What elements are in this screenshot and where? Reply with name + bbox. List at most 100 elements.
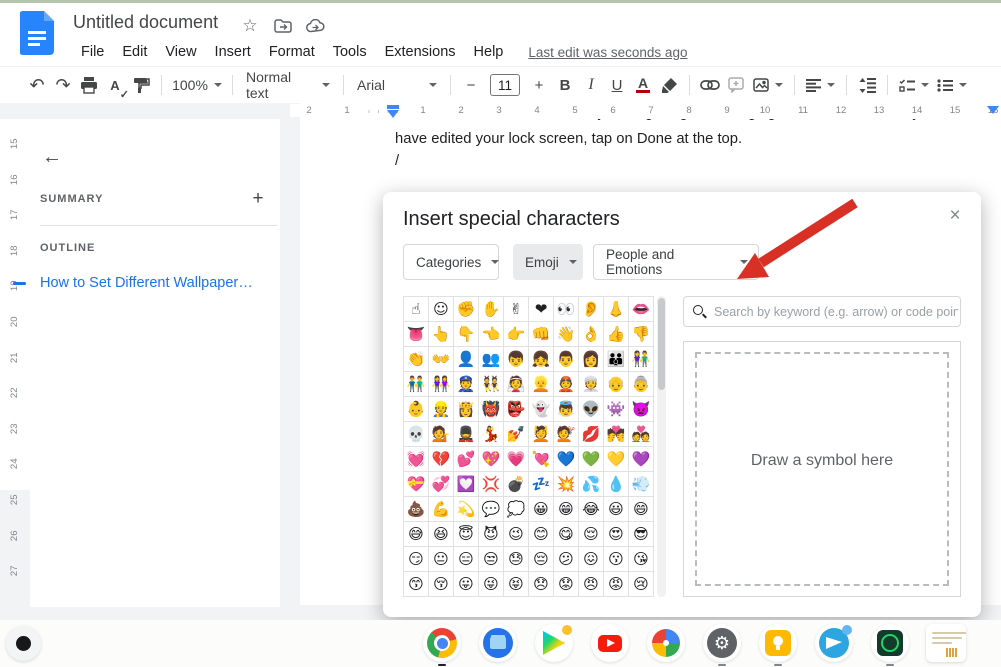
indent-marker-left[interactable] [387, 105, 399, 118]
emoji-cell[interactable]: 👈 [479, 322, 503, 346]
emoji-cell[interactable]: 👄 [629, 297, 653, 321]
emoji-cell[interactable]: 💓 [404, 447, 428, 471]
emoji-cell[interactable]: 💟 [454, 472, 478, 496]
close-sidebar-button[interactable]: ← [38, 143, 66, 171]
outline-item[interactable]: How to Set Different Wallpaper… [40, 275, 278, 291]
insert-link-button[interactable] [697, 72, 723, 98]
emoji-cell[interactable]: 👯 [479, 372, 503, 396]
italic-button[interactable]: I [578, 72, 604, 98]
youtube-button[interactable] [590, 623, 630, 663]
emoji-cell[interactable]: 💘 [529, 447, 553, 471]
preview-card-button[interactable] [926, 623, 966, 663]
emoji-cell[interactable]: 💔 [429, 447, 453, 471]
emoji-cell[interactable]: ✌ [504, 297, 528, 321]
emoji-cell[interactable]: 💬 [479, 497, 503, 521]
bold-button[interactable]: B [552, 72, 578, 98]
grid-scrollbar[interactable] [657, 296, 666, 597]
emoji-cell[interactable]: 👾 [604, 397, 628, 421]
emoji-cell[interactable]: 💧 [604, 472, 628, 496]
style-select[interactable]: Normal text [240, 72, 336, 98]
close-dialog-button[interactable]: × [943, 204, 967, 228]
emoji-cell[interactable]: 😞 [529, 572, 553, 596]
menu-item[interactable]: Help [465, 41, 513, 63]
emoji-cell[interactable]: 😐 [429, 547, 453, 571]
last-edit-status[interactable]: Last edit was seconds ago [528, 45, 687, 60]
emoji-cell[interactable]: 💗 [504, 447, 528, 471]
emoji-cell[interactable]: 💞 [429, 472, 453, 496]
emoji-cell[interactable]: 😛 [454, 572, 478, 596]
emoji-cell[interactable]: 💦 [579, 472, 603, 496]
vertical-ruler[interactable]: 15161718192021222324252627 [0, 119, 30, 607]
emoji-cell[interactable]: 💋 [579, 422, 603, 446]
emoji-cell[interactable]: 💑 [629, 422, 653, 446]
emoji-cell[interactable]: 😚 [429, 572, 453, 596]
emoji-cell[interactable]: 👭 [429, 372, 453, 396]
subcategory-dropdown[interactable]: People and Emotions [593, 244, 759, 280]
underline-button[interactable]: U [604, 72, 630, 98]
emoji-cell[interactable]: 👺 [504, 397, 528, 421]
font-size-decrease[interactable]: − [458, 72, 484, 98]
emoji-cell[interactable]: 👇 [454, 322, 478, 346]
chrome-button[interactable] [422, 623, 462, 663]
star-icon[interactable]: ☆ [240, 16, 260, 36]
align-button[interactable] [802, 72, 839, 98]
emoji-cell[interactable]: 👋 [554, 322, 578, 346]
emoji-cell[interactable]: 💩 [404, 497, 428, 521]
emoji-cell[interactable]: 😊 [529, 522, 553, 546]
settings-button[interactable]: ⚙ [702, 623, 742, 663]
emoji-cell[interactable]: 👲 [554, 372, 578, 396]
emoji-cell[interactable]: 👸 [454, 397, 478, 421]
emoji-cell[interactable]: 😙 [404, 572, 428, 596]
emoji-cell[interactable]: 👤 [454, 347, 478, 371]
emoji-cell[interactable]: 😀 [529, 497, 553, 521]
emoji-cell[interactable]: 💨 [629, 472, 653, 496]
emoji-cell[interactable]: 😉 [504, 522, 528, 546]
google-docs-logo[interactable] [20, 11, 54, 55]
keep-button[interactable] [758, 623, 798, 663]
emoji-cell[interactable]: 😖 [579, 547, 603, 571]
emoji-cell[interactable]: 😟 [554, 572, 578, 596]
whatsapp-button[interactable] [870, 623, 910, 663]
emoji-cell[interactable]: 💛 [604, 447, 628, 471]
emoji-cell[interactable]: 💂 [454, 422, 478, 446]
screen-record-button[interactable] [6, 626, 41, 661]
emoji-cell[interactable]: 😡 [604, 572, 628, 596]
emoji-cell[interactable]: 😝 [504, 572, 528, 596]
emoji-cell[interactable]: 💖 [479, 447, 503, 471]
emoji-cell[interactable]: 😋 [554, 522, 578, 546]
emoji-cell[interactable]: ✊ [454, 297, 478, 321]
zoom-select[interactable]: 100% [169, 72, 225, 98]
emoji-cell[interactable]: 😔 [529, 547, 553, 571]
emoji-cell[interactable]: 👽 [579, 397, 603, 421]
emoji-cell[interactable]: 👂 [579, 297, 603, 321]
emoji-cell[interactable]: 😇 [454, 522, 478, 546]
emoji-cell[interactable]: 💢 [479, 472, 503, 496]
emoji-cell[interactable]: 💤 [529, 472, 553, 496]
emoji-cell[interactable]: 💕 [454, 447, 478, 471]
type-dropdown[interactable]: Emoji [513, 244, 583, 280]
emoji-cell[interactable]: 😕 [554, 547, 578, 571]
spell-check-button[interactable]: A✓ [102, 72, 128, 98]
undo-button[interactable]: ↶ [24, 72, 50, 98]
emoji-cell[interactable]: 👶 [404, 397, 428, 421]
emoji-cell[interactable]: 😠 [579, 572, 603, 596]
emoji-cell[interactable]: 👍 [604, 322, 628, 346]
emoji-cell[interactable]: 👥 [479, 347, 503, 371]
bullet-list-button[interactable] [933, 72, 971, 98]
menu-item[interactable]: Insert [206, 41, 260, 63]
emoji-cell[interactable]: 💁 [429, 422, 453, 446]
emoji-cell[interactable]: 👴 [604, 372, 628, 396]
emoji-cell[interactable]: 👹 [479, 397, 503, 421]
menu-item[interactable]: Edit [113, 41, 156, 63]
emoji-cell[interactable]: 💙 [554, 447, 578, 471]
emoji-cell[interactable]: 💀 [404, 422, 428, 446]
emoji-cell[interactable]: 😏 [404, 547, 428, 571]
emoji-cell[interactable]: 👰 [504, 372, 528, 396]
emoji-cell[interactable]: 👉 [504, 322, 528, 346]
emoji-cell[interactable]: 😄 [629, 497, 653, 521]
emoji-cell[interactable]: 👱 [529, 372, 553, 396]
emoji-cell[interactable]: 👐 [429, 347, 453, 371]
emoji-cell[interactable]: 😁 [554, 497, 578, 521]
move-folder-icon[interactable] [273, 16, 293, 36]
emoji-cell[interactable]: 😃 [604, 497, 628, 521]
